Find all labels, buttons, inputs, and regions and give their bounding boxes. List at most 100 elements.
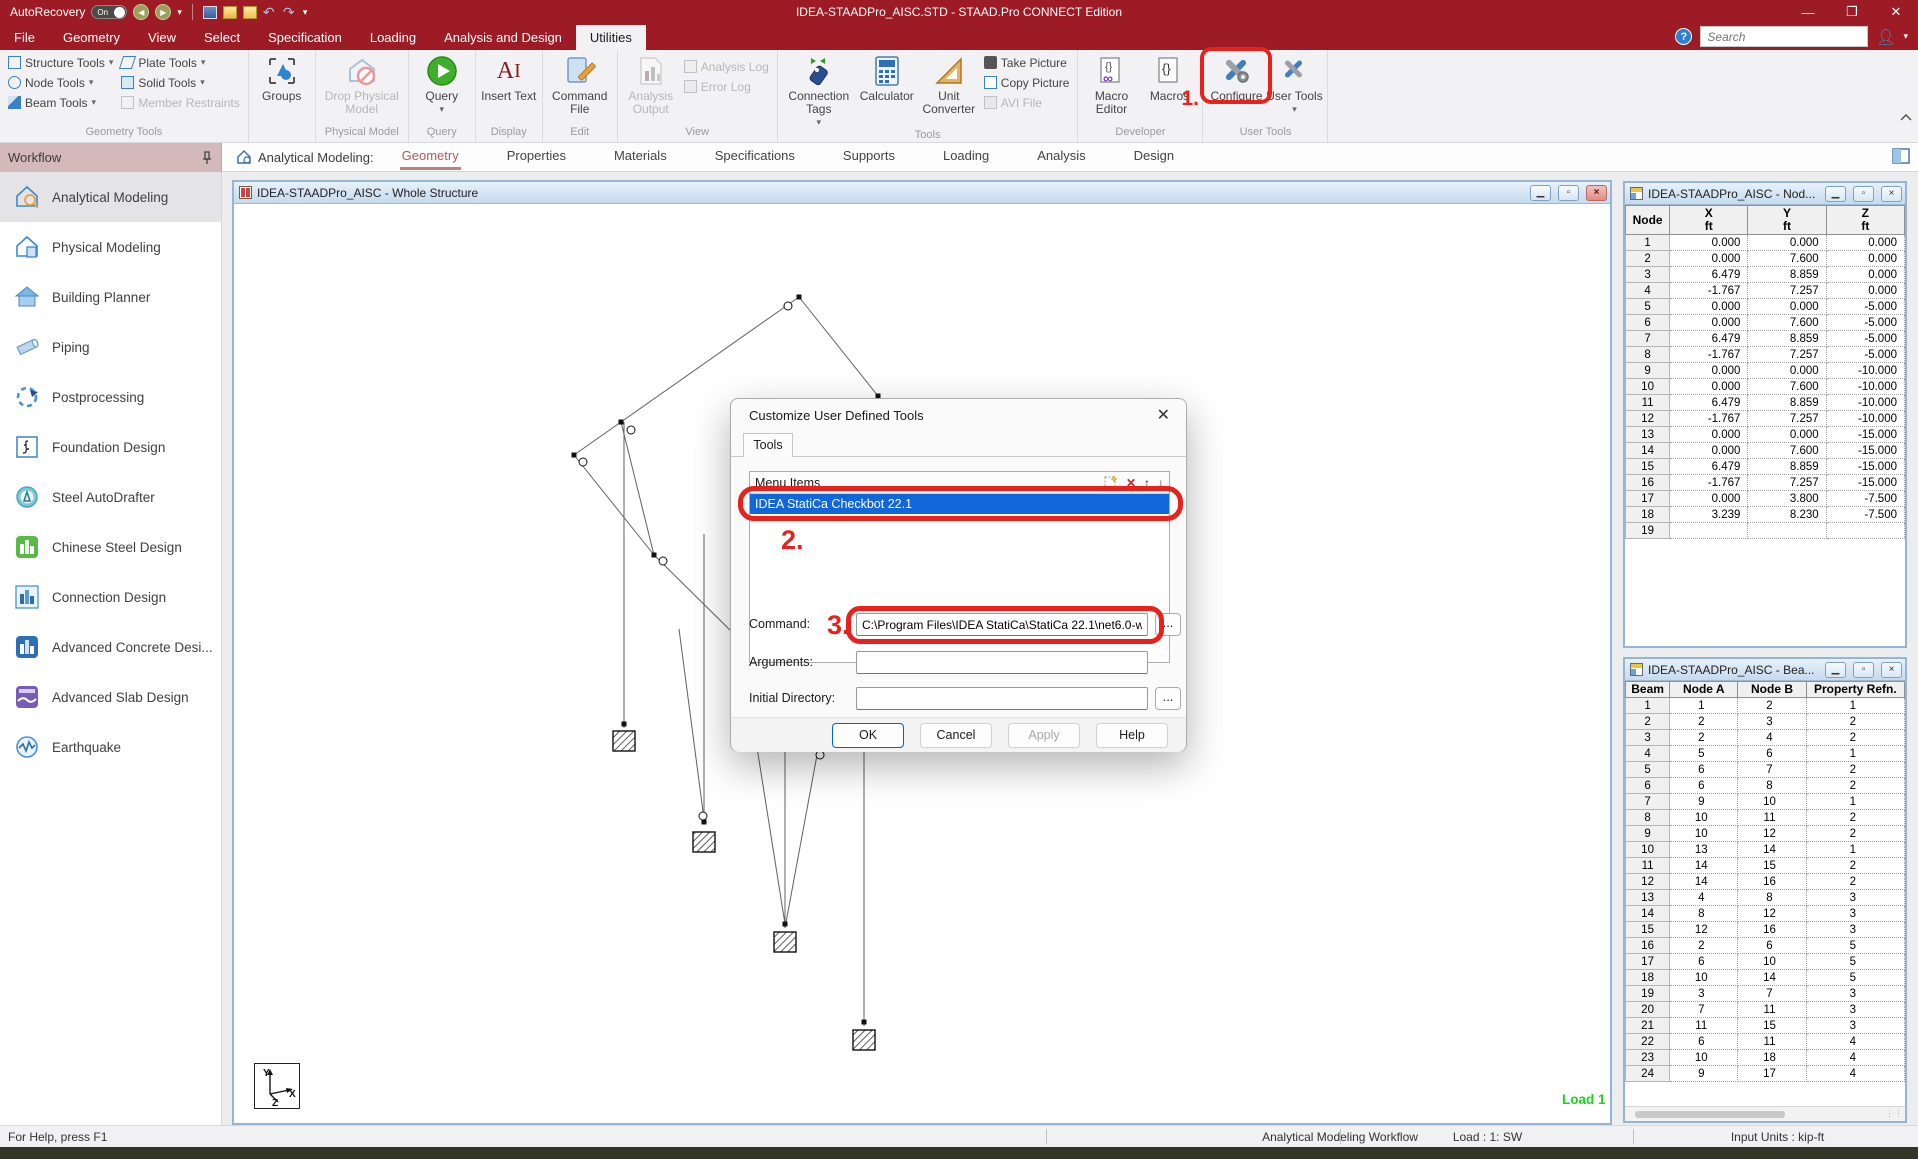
arguments-input[interactable] <box>856 651 1148 674</box>
node-cell[interactable]: 4 <box>1626 283 1670 299</box>
sidebar-item-piping[interactable]: Piping <box>0 322 221 372</box>
beam-table-row[interactable]: 148123 <box>1626 906 1905 922</box>
beam-cell[interactable]: 7 <box>1670 1002 1738 1018</box>
search-box[interactable] <box>1700 26 1868 47</box>
node-cell[interactable]: 7.600 <box>1748 379 1826 395</box>
beam-cell[interactable]: 17 <box>1738 1066 1806 1082</box>
beam-cell[interactable]: 7 <box>1738 762 1806 778</box>
unit-converter-button[interactable]: Unit Converter <box>918 52 980 116</box>
sidebar-item-physical-modeling[interactable]: Physical Modeling <box>0 222 221 272</box>
beam-cell[interactable]: 21 <box>1626 1018 1670 1034</box>
beam-table-container[interactable]: BeamNode ANode BProperty Refn.1121223232… <box>1625 681 1905 1121</box>
node-cell[interactable]: 3.800 <box>1748 491 1826 507</box>
menu-analysis-and-design[interactable]: Analysis and Design <box>430 25 576 50</box>
node-cell[interactable]: -7.500 <box>1826 491 1904 507</box>
beam-cell[interactable]: 5 <box>1670 746 1738 762</box>
beam-table-row[interactable]: 79101 <box>1626 794 1905 810</box>
beam-cell[interactable]: 2 <box>1670 714 1738 730</box>
node-cell[interactable]: 0.000 <box>1670 235 1748 251</box>
node-cell[interactable]: 0.000 <box>1670 491 1748 507</box>
tab-specifications[interactable]: Specifications <box>713 144 797 170</box>
node-cell[interactable]: 0.000 <box>1670 315 1748 331</box>
beam-cell[interactable]: 4 <box>1670 890 1738 906</box>
node-cell[interactable]: -10.000 <box>1826 379 1904 395</box>
beam-cell[interactable]: 2 <box>1806 714 1904 730</box>
connection-tags-button[interactable]: Connection Tags▾ <box>782 52 856 129</box>
node-cell[interactable]: 7.257 <box>1748 475 1826 491</box>
node-cell[interactable]: 6 <box>1626 315 1670 331</box>
beam-cell[interactable]: 2 <box>1806 858 1904 874</box>
beam-cell[interactable]: 6 <box>1738 746 1806 762</box>
node-cell[interactable]: -15.000 <box>1826 443 1904 459</box>
beam-cell[interactable]: 1 <box>1626 698 1670 714</box>
node-cell[interactable]: 8.859 <box>1748 267 1826 283</box>
beam-table-row[interactable]: 910122 <box>1626 826 1905 842</box>
tab-properties[interactable]: Properties <box>505 144 568 170</box>
node-table-row[interactable]: 50.0000.000-5.000 <box>1626 299 1905 315</box>
beam-cell[interactable]: 11 <box>1738 1034 1806 1050</box>
node-table-row[interactable]: 8-1.7677.257-5.000 <box>1626 347 1905 363</box>
sidebar-item-analytical-modeling[interactable]: Analytical Modeling <box>0 172 221 222</box>
node-table-row[interactable]: 90.0000.000-10.000 <box>1626 363 1905 379</box>
beam-close-button[interactable]: × <box>1881 662 1902 678</box>
scrollbar-thumb[interactable] <box>1635 1111 1785 1118</box>
beam-cell[interactable]: 1 <box>1806 746 1904 762</box>
beam-table-row[interactable]: 5672 <box>1626 762 1905 778</box>
beam-cell[interactable]: 5 <box>1806 954 1904 970</box>
node-cell[interactable]: 19 <box>1626 523 1670 539</box>
beam-cell[interactable]: 12 <box>1738 826 1806 842</box>
beam-cell[interactable]: 4 <box>1806 1066 1904 1082</box>
beam-minimize-button[interactable]: ▁ <box>1825 662 1846 678</box>
forward-icon[interactable]: ▶ <box>155 4 171 20</box>
node-cell[interactable]: 8.859 <box>1748 395 1826 411</box>
node-cell[interactable]: -1.767 <box>1670 411 1748 427</box>
beam-cell[interactable]: 15 <box>1738 1018 1806 1034</box>
delete-item-icon[interactable]: ✕ <box>1126 476 1136 490</box>
beam-cell[interactable]: 2 <box>1670 730 1738 746</box>
node-table-row[interactable]: 116.4798.859-10.000 <box>1626 395 1905 411</box>
node-table-row[interactable]: 19 <box>1626 523 1905 539</box>
node-cell[interactable]: 8.859 <box>1748 331 1826 347</box>
beam-table-row[interactable]: 6682 <box>1626 778 1905 794</box>
node-cell[interactable]: 7.257 <box>1748 283 1826 299</box>
structure-window-titlebar[interactable]: IDEA-STAADPro_AISC - Whole Structure ▁ ▫… <box>234 182 1610 204</box>
restore-button[interactable]: ❐ <box>1830 0 1874 24</box>
node-cell[interactable]: 6.479 <box>1670 267 1748 283</box>
node-cell[interactable]: -10.000 <box>1826 363 1904 379</box>
beam-cell[interactable]: 3 <box>1626 730 1670 746</box>
beam-cell[interactable]: 23 <box>1626 1050 1670 1066</box>
node-cell[interactable]: 12 <box>1626 411 1670 427</box>
beam-table-row[interactable]: 1114152 <box>1626 858 1905 874</box>
node-cell[interactable]: 2 <box>1626 251 1670 267</box>
beam-cell[interactable]: 3 <box>1738 714 1806 730</box>
beam-cell[interactable]: 4 <box>1806 1050 1904 1066</box>
beam-cell[interactable]: 9 <box>1670 1066 1738 1082</box>
beam-cell[interactable]: 2 <box>1806 762 1904 778</box>
beam-cell[interactable]: 10 <box>1738 954 1806 970</box>
beam-cell[interactable]: 10 <box>1626 842 1670 858</box>
beam-cell[interactable]: 14 <box>1626 906 1670 922</box>
beam-cell[interactable]: 4 <box>1806 1034 1904 1050</box>
node-cell[interactable]: 0.000 <box>1826 267 1904 283</box>
beam-cell[interactable]: 17 <box>1626 954 1670 970</box>
save-icon[interactable] <box>203 6 217 19</box>
beam-table-row[interactable]: 13483 <box>1626 890 1905 906</box>
beam-table-row[interactable]: 4561 <box>1626 746 1905 762</box>
beam-table-row[interactable]: 2232 <box>1626 714 1905 730</box>
node-close-button[interactable]: × <box>1881 186 1902 202</box>
beam-table-row[interactable]: 2310184 <box>1626 1050 1905 1066</box>
beam-cell[interactable]: 10 <box>1738 794 1806 810</box>
cancel-button[interactable]: Cancel <box>920 723 992 748</box>
node-table-row[interactable]: 140.0007.600-15.000 <box>1626 443 1905 459</box>
command-input[interactable] <box>856 613 1148 636</box>
node-table-row[interactable]: 100.0007.600-10.000 <box>1626 379 1905 395</box>
menu-select[interactable]: Select <box>190 25 254 50</box>
node-cell[interactable]: 0.000 <box>1670 363 1748 379</box>
beam-cell[interactable]: 14 <box>1670 874 1738 890</box>
node-cell[interactable]: 0.000 <box>1748 235 1826 251</box>
beam-restore-button[interactable]: ▫ <box>1853 662 1874 678</box>
beam-cell[interactable]: 12 <box>1670 922 1738 938</box>
beam-cell[interactable]: 3 <box>1806 906 1904 922</box>
ok-button[interactable]: OK <box>832 723 904 748</box>
node-cell[interactable] <box>1670 523 1748 539</box>
